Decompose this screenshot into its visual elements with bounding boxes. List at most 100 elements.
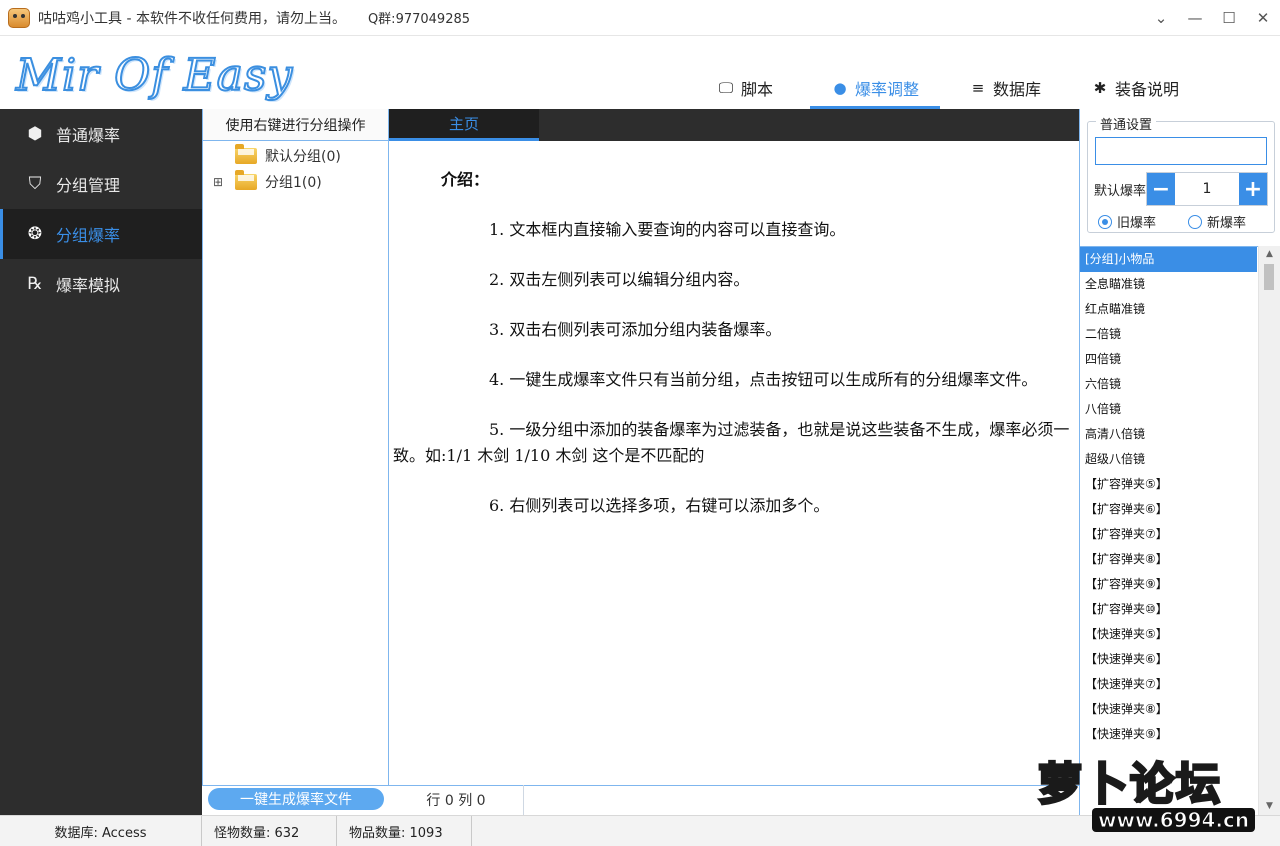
intro-paragraph: 6. 右侧列表可以选择多项，右键可以添加多个。 (489, 496, 830, 515)
radio-label: 旧爆率 (1117, 216, 1157, 231)
settings-legend: 普通设置 (1096, 114, 1157, 133)
maximize-icon[interactable]: ☐ (1212, 0, 1246, 36)
tab-database[interactable]: ≡ 数据库 (940, 66, 1070, 109)
item-list-scrollbar[interactable]: ▲ ▼ (1258, 246, 1280, 815)
tree-node-label: 默认分组(0) (265, 149, 341, 165)
folder-icon (235, 144, 257, 164)
app-header: Mir Of Easy 🖵 脚本 ● 爆率调整 ≡ 数据库 ✱ 装备说明 (0, 36, 1280, 109)
scroll-thumb[interactable] (1264, 264, 1274, 290)
right-panel: 普通设置 默认爆率 − 1 + 旧爆率 新爆率 [分组]小物品 全息瞄准镜 红点瞄准… (1079, 109, 1280, 815)
qq-group-text: Q群:977049285 (367, 12, 471, 27)
row-col-indicator: 行 0 列 0 (389, 785, 524, 815)
list-item[interactable]: 四倍镜 (1080, 347, 1257, 372)
tree-node-label: 分组1(0) (265, 175, 322, 191)
sidebar-item-normal-rate[interactable]: ⬢ 普通爆率 (0, 109, 202, 159)
scroll-up-icon[interactable]: ▲ (1259, 246, 1280, 263)
list-item[interactable]: 八倍镜 (1080, 397, 1257, 422)
cluster-icon: ❂ (27, 224, 43, 244)
default-rate-label: 默认爆率 (1094, 184, 1147, 199)
list-item[interactable]: [分组]小物品 (1080, 247, 1257, 272)
rate-mode-radios: 旧爆率 新爆率 (1098, 212, 1278, 231)
intro-paragraph: 1. 文本框内直接输入要查询的内容可以直接查询。 (489, 220, 846, 239)
expand-icon[interactable]: ⊞ (211, 175, 225, 189)
list-item[interactable]: 【快速弹夹⑦】 (1080, 672, 1257, 697)
app-logo: Mir Of Easy (15, 49, 294, 102)
status-item-count: 物品数量: 1093 (337, 816, 472, 846)
group-panel-header: 使用右键进行分组操作 (203, 109, 388, 141)
status-database: 数据库: Access (0, 816, 202, 846)
watermark-url: www.6994.cn (1092, 808, 1256, 833)
tab-rate-adjust[interactable]: ● 爆率调整 (810, 66, 940, 109)
default-rate-stepper: − 1 + (1146, 172, 1268, 206)
folder-icon (235, 170, 257, 190)
tab-label: 爆率调整 (854, 79, 919, 99)
normal-settings-group: 普通设置 默认爆率 − 1 + 旧爆率 新爆率 (1087, 114, 1278, 233)
list-item[interactable]: 【扩容弹夹⑧】 (1080, 547, 1257, 572)
watermark-text: 萝卜论坛 (1037, 758, 1222, 812)
intro-paragraph: 2. 双击左侧列表可以编辑分组内容。 (489, 270, 750, 289)
list-item[interactable]: 超级八倍镜 (1080, 447, 1257, 472)
database-icon: ≡ (971, 78, 985, 97)
sidebar-item-label: 普通爆率 (56, 126, 121, 145)
status-monster-count: 怪物数量: 632 (202, 816, 337, 846)
radio-dot (1188, 214, 1202, 229)
sidebar-item-label: 分组爆率 (56, 226, 121, 245)
tree-node-group-1[interactable]: ⊞ 分组1(0) (203, 169, 388, 195)
item-search-input[interactable] (1095, 137, 1267, 165)
close-icon[interactable]: ✕ (1246, 0, 1280, 36)
list-item[interactable]: 【快速弹夹⑤】 (1080, 622, 1257, 647)
rate-value[interactable]: 1 (1175, 173, 1239, 205)
sidebar-item-group-rate[interactable]: ❂ 分组爆率 (0, 209, 202, 259)
list-item[interactable]: 【快速弹夹⑥】 (1080, 647, 1257, 672)
tab-equipment-info[interactable]: ✱ 装备说明 (1070, 66, 1200, 109)
content-tabstrip: 主页 (389, 109, 1079, 141)
item-list: [分组]小物品 全息瞄准镜 红点瞄准镜 二倍镜 四倍镜 六倍镜 八倍镜 高清八倍镜 超级八倍镜【… (1080, 246, 1280, 815)
list-item[interactable]: 六倍镜 (1080, 372, 1257, 397)
top-navigation: 🖵 脚本 ● 爆率调整 ≡ 数据库 ✱ 装备说明 (680, 66, 1200, 109)
main-content: 主页 介绍： 1. 文本框内直接输入要查询的内容可以直接查询。 2. 双击左侧列… (389, 109, 1079, 785)
list-item[interactable]: 【扩容弹夹⑩】 (1080, 597, 1257, 622)
list-item[interactable]: 二倍镜 (1080, 322, 1257, 347)
list-item[interactable]: 【扩容弹夹⑤】 (1080, 472, 1257, 497)
tab-script[interactable]: 🖵 脚本 (680, 66, 810, 109)
list-item[interactable]: 红点瞄准镜 (1080, 297, 1257, 322)
list-item[interactable]: 全息瞄准镜 (1080, 272, 1257, 297)
brain-icon: ● (833, 78, 847, 97)
intro-document: 介绍： 1. 文本框内直接输入要查询的内容可以直接查询。 2. 双击左侧列表可以… (389, 141, 1079, 519)
tree-node-default-group[interactable]: 默认分组(0) (203, 143, 388, 169)
increment-button[interactable]: + (1239, 173, 1267, 205)
tab-label: 脚本 (740, 79, 773, 99)
list-item[interactable]: 【快速弹夹⑧】 (1080, 697, 1257, 722)
radio-new-rate[interactable]: 新爆率 (1188, 212, 1278, 231)
list-item[interactable]: 【快速弹夹⑨】 (1080, 722, 1257, 747)
intro-paragraph: 5. 一级分组中添加的装备爆率为过滤装备，也就是说这些装备不生成，爆率必须一致。… (393, 420, 1070, 465)
cube-icon: ⬢ (27, 124, 43, 144)
sidebar-item-rate-simulate[interactable]: ℞ 爆率模拟 (0, 259, 202, 309)
group-tree-panel: 使用右键进行分组操作 默认分组(0) ⊞ 分组1(0) (202, 109, 389, 785)
minimize-icon[interactable]: — (1178, 0, 1212, 36)
radio-dot (1098, 214, 1112, 229)
tab-label: 数据库 (992, 79, 1041, 99)
radio-label: 新爆率 (1207, 216, 1247, 231)
shield-icon: ⛉ (28, 174, 42, 194)
radio-old-rate[interactable]: 旧爆率 (1098, 212, 1188, 231)
tab-home[interactable]: 主页 (389, 109, 539, 141)
intro-paragraph: 3. 双击右侧列表可添加分组内装备爆率。 (489, 320, 782, 339)
sidebar-item-label: 爆率模拟 (56, 276, 121, 295)
list-item[interactable]: 【扩容弹夹⑨】 (1080, 572, 1257, 597)
decrement-button[interactable]: − (1147, 173, 1175, 205)
generate-rate-file-button[interactable]: 一键生成爆率文件 (208, 788, 384, 810)
intro-paragraph: 4. 一键生成爆率文件只有当前分组，点击按钮可以生成所有的分组爆率文件。 (489, 370, 1038, 389)
title-bar: 咕咕鸡小工具 - 本软件不收任何费用，请勿上当。 Q群:977049285 ⌄ … (0, 0, 1280, 36)
figure-icon: ✱ (1093, 78, 1107, 97)
tab-label: 装备说明 (1114, 79, 1179, 99)
window-controls: ⌄ — ☐ ✕ (1144, 0, 1280, 36)
list-item[interactable]: 高清八倍镜 (1080, 422, 1257, 447)
dropdown-icon[interactable]: ⌄ (1144, 0, 1178, 36)
window-title: 咕咕鸡小工具 - 本软件不收任何费用，请勿上当。 (38, 10, 346, 27)
sidebar-item-group-manage[interactable]: ⛉ 分组管理 (0, 159, 202, 209)
list-item[interactable]: 【扩容弹夹⑦】 (1080, 522, 1257, 547)
prescription-icon: ℞ (27, 274, 43, 294)
list-item[interactable]: 【扩容弹夹⑥】 (1080, 497, 1257, 522)
app-chicken-icon (8, 7, 30, 28)
